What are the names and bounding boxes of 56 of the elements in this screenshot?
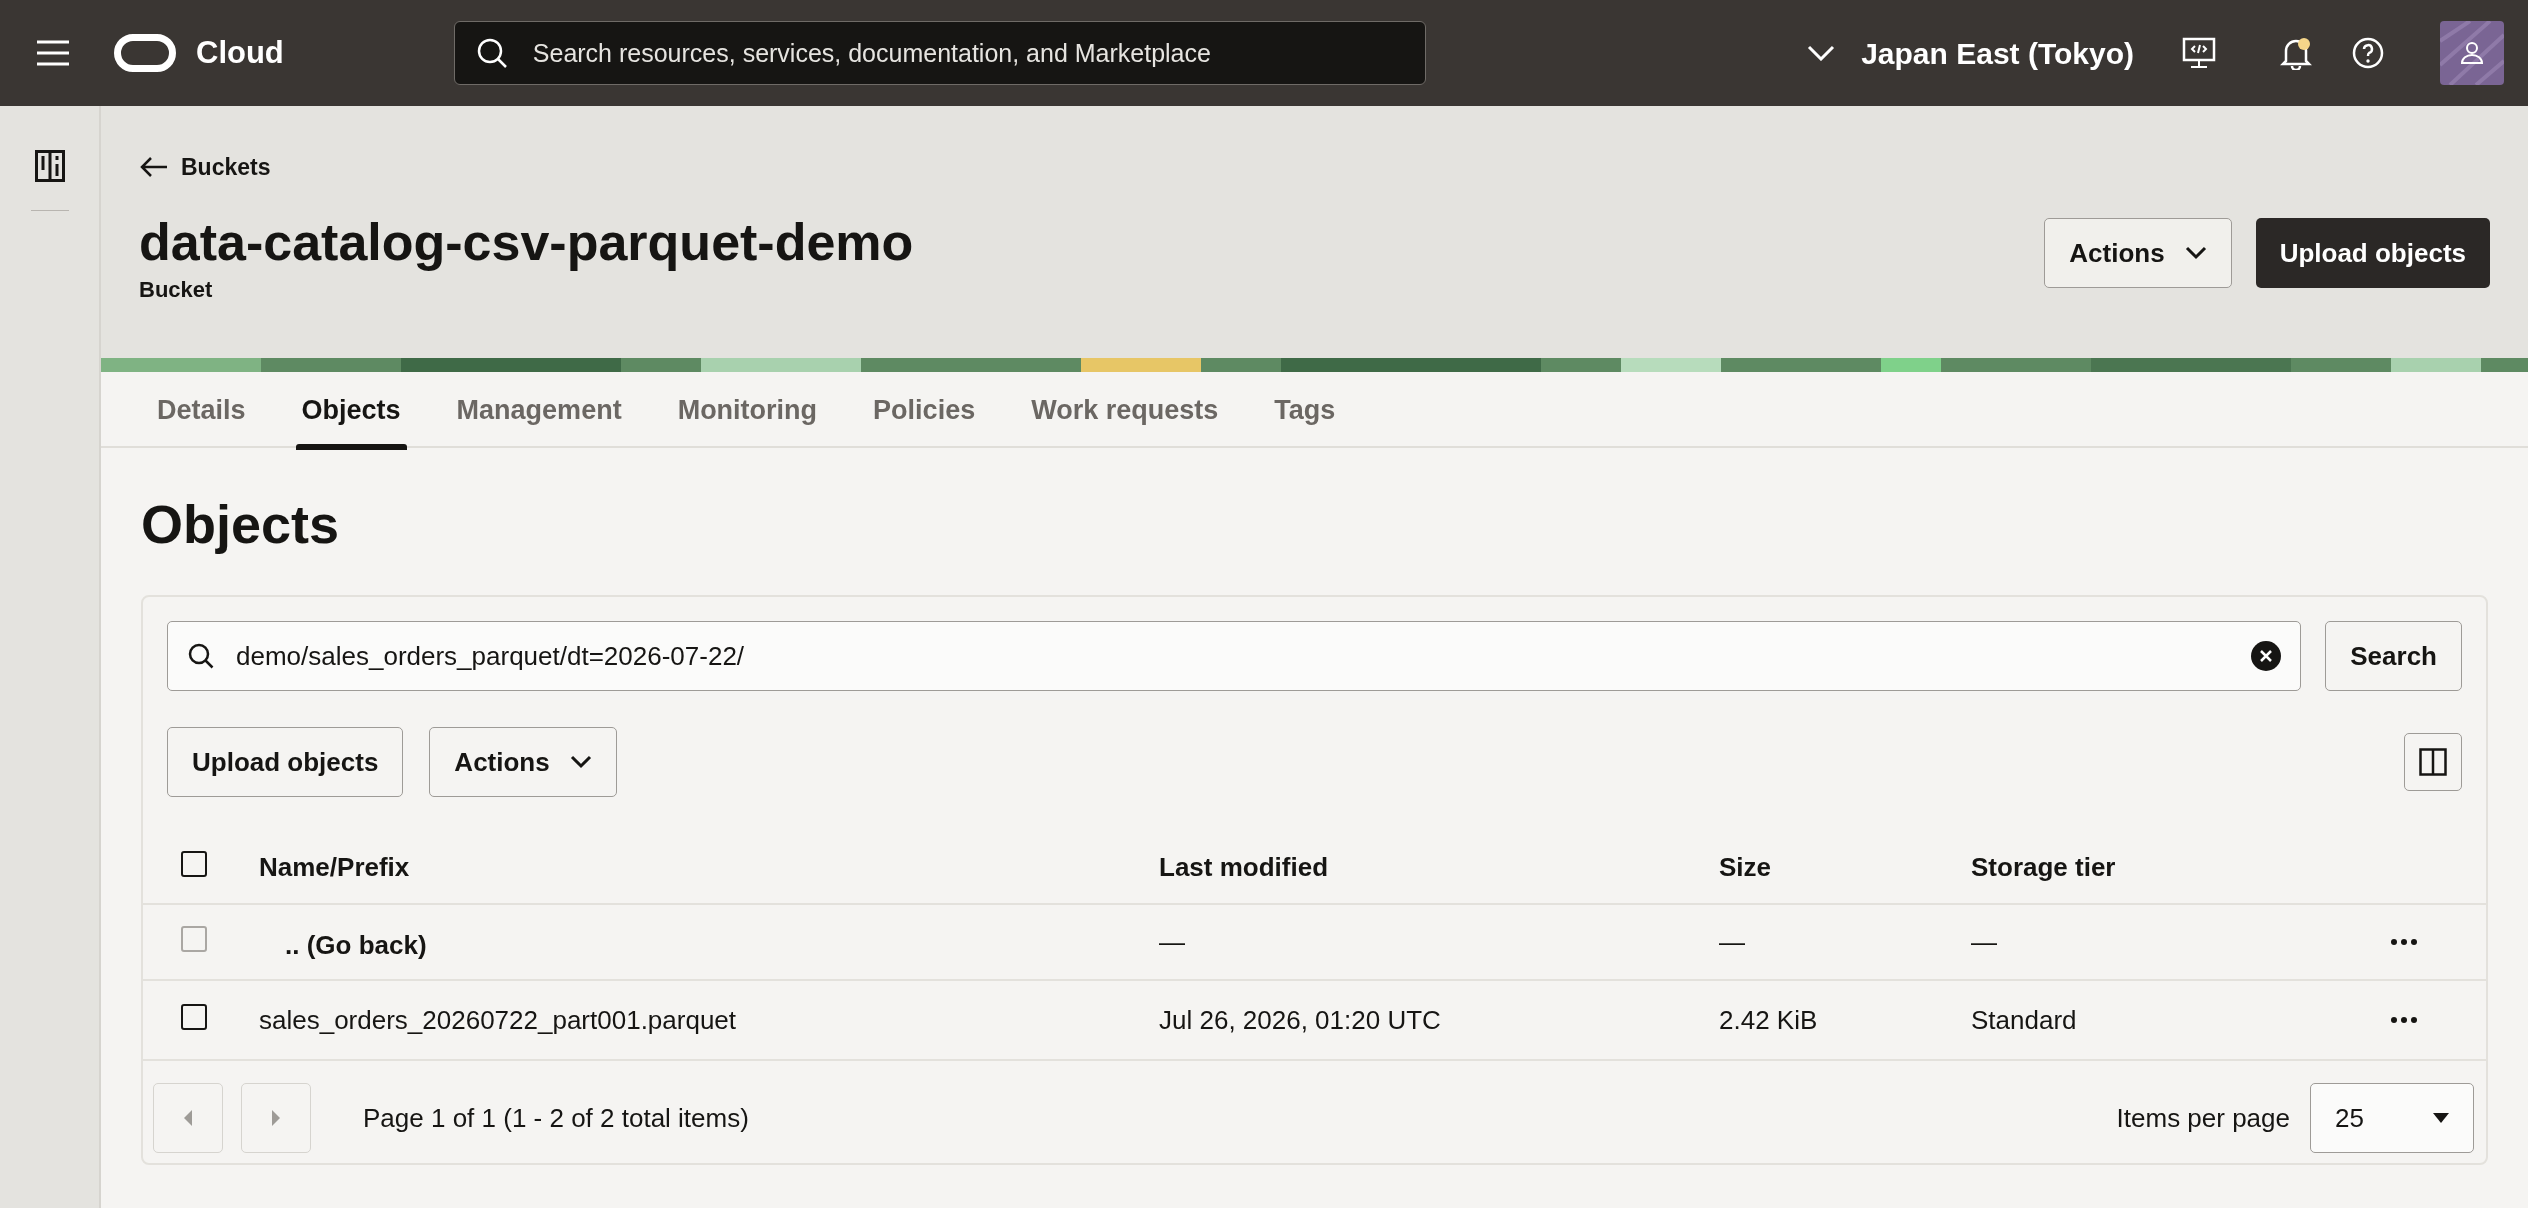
clear-icon[interactable] [2251,641,2282,671]
actions-dropdown[interactable]: Actions [2044,218,2232,288]
column-header: Size [1719,851,1772,882]
table-cell: — [1719,926,1745,957]
tab[interactable]: Details [131,372,272,448]
page-title: data-catalog-csv-parquet-demo [139,211,914,273]
region-selector[interactable]: Japan East (Tokyo) [1807,30,2134,76]
table-cell: — [1159,926,1185,957]
tab[interactable]: Tags [1248,372,1362,448]
table-cell: 2.42 KiB [1719,1004,1818,1035]
caret-right-icon [270,1109,282,1127]
filter-field[interactable]: demo/sales_orders_parquet/dt=2026-07-22/ [167,621,2302,691]
more-icon[interactable] [2390,938,2418,946]
columns-icon [2419,748,2447,776]
tab[interactable]: Monitoring [651,372,844,448]
tab[interactable]: Objects [275,372,427,448]
checkbox[interactable] [181,851,207,878]
help-icon[interactable] [2352,37,2384,69]
logo-icon [114,34,176,72]
search-field[interactable]: Search resources, services, documentation, and Marketplace [453,21,1426,85]
tab[interactable]: Work requests [1005,372,1245,448]
arrow-left-icon [139,156,169,179]
section-title: Objects [141,493,341,556]
upload-button[interactable]: Upload objects [2255,218,2490,288]
chevron-down-icon [2184,246,2207,260]
menu-icon[interactable] [36,40,70,66]
search-icon [187,642,215,670]
checkbox[interactable] [181,1004,207,1031]
actions-dropdown[interactable]: Actions [429,727,617,797]
column-header: Name/Prefix [259,851,410,882]
chevron-down-icon [1807,45,1836,61]
chevron-down-icon [569,755,592,769]
column-header: Last modified [1159,851,1328,882]
search-button[interactable]: Search [2325,621,2462,691]
table-cell: Jul 26, 2026, 01:20 UTC [1159,1004,1441,1035]
caret-left-icon [182,1109,194,1127]
more-icon[interactable] [2390,1016,2418,1024]
upload-button[interactable]: Upload objects [167,727,404,797]
columns-button[interactable] [2404,733,2462,791]
object-name: sales_orders_20260722_part001.parquet [259,1004,737,1035]
panel-toggle-icon[interactable] [34,150,65,182]
column-header: Storage tier [1971,851,2116,882]
avatar-icon[interactable] [2440,21,2504,85]
bell-icon[interactable] [2280,36,2312,70]
page-summary: Page 1 of 1 (1 - 2 of 2 total items) [363,1101,749,1135]
tab[interactable]: Policies [847,372,1002,448]
items-per-page-select[interactable]: 25 [2310,1083,2474,1153]
table-cell: — [1971,926,1997,957]
brand-name: Cloud [196,33,284,72]
table-cell: Standard [1971,1004,2077,1035]
code-monitor-icon[interactable] [2182,36,2216,70]
items-per-page-label: Items per page [2116,1101,2290,1135]
tab[interactable]: Management [430,372,648,448]
page-subtitle: Bucket [139,275,214,304]
caret-icon [2433,1113,2449,1123]
back-link[interactable]: Buckets [139,150,914,185]
